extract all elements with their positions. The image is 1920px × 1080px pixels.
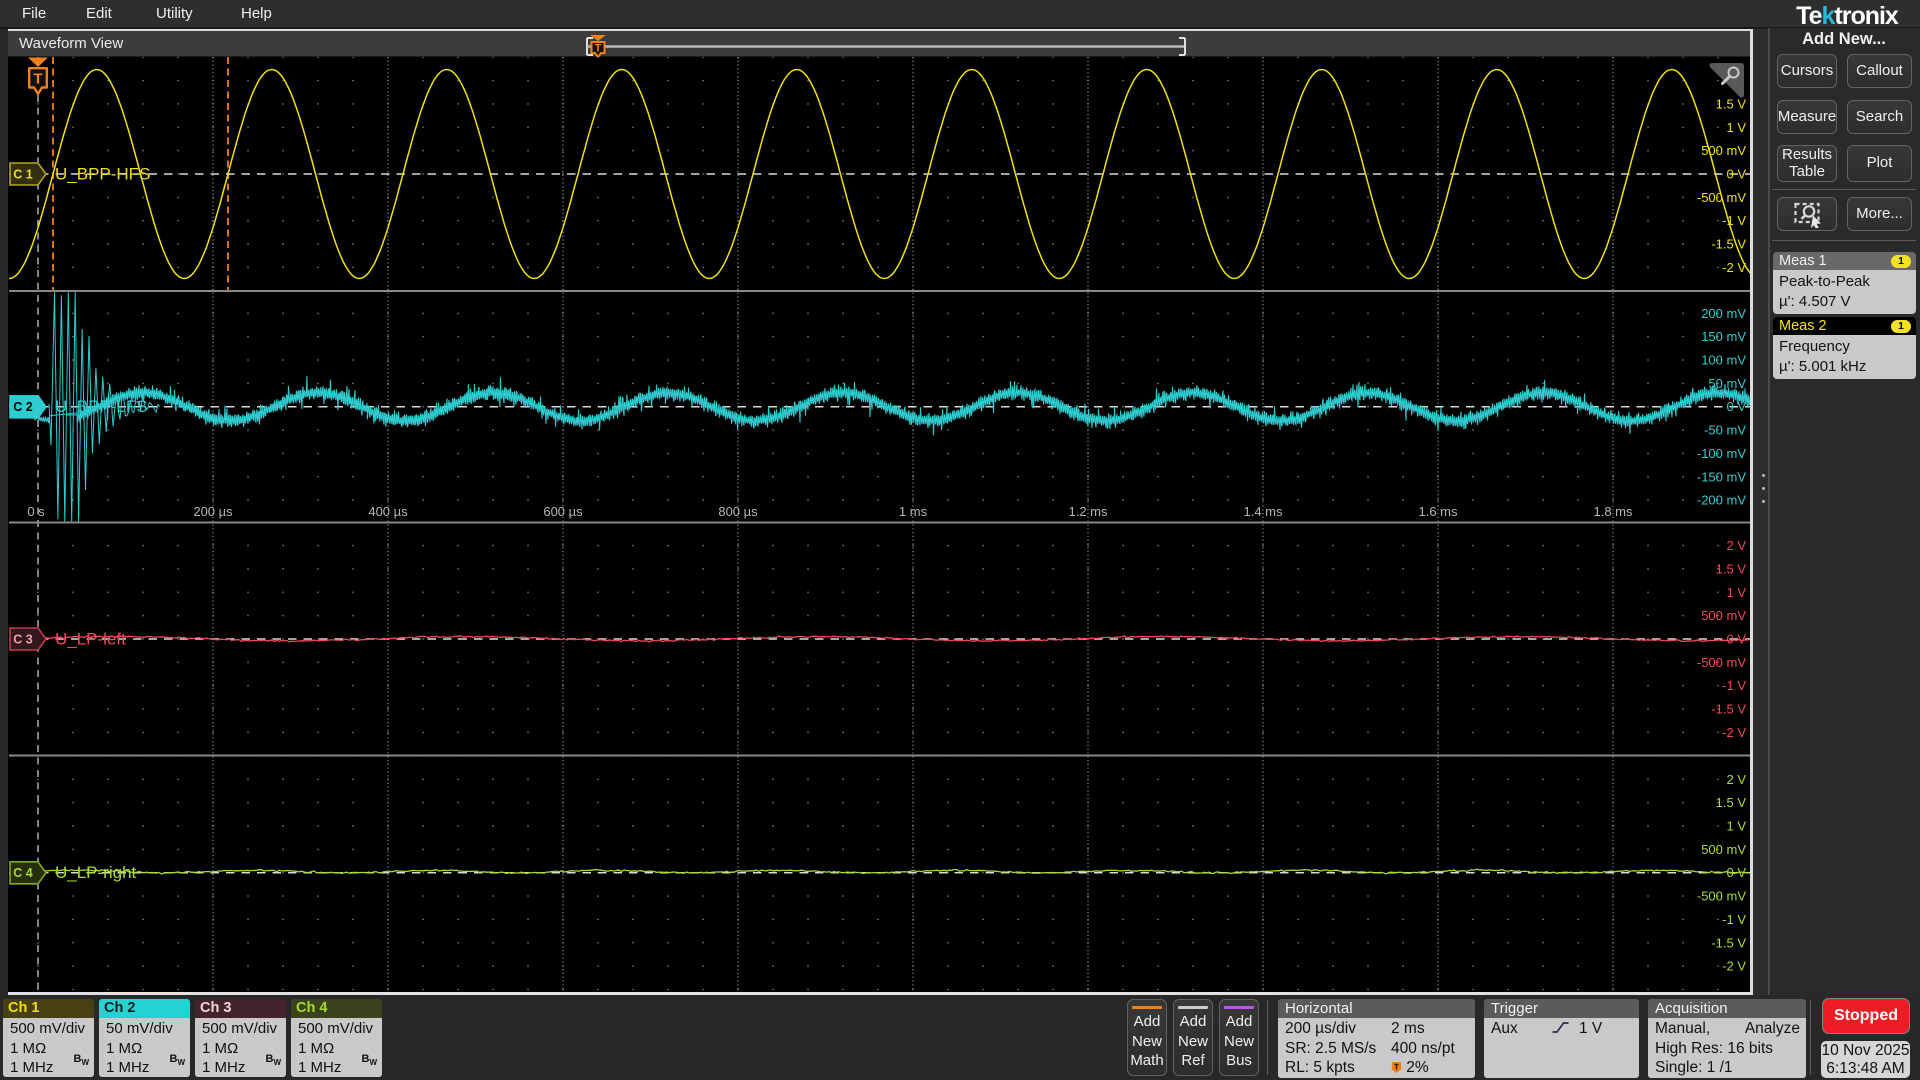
svg-text:C 2: C 2 bbox=[13, 400, 33, 414]
svg-text:500 mV: 500 mV bbox=[1701, 842, 1746, 857]
svg-text:U_LP-right: U_LP-right bbox=[55, 863, 137, 882]
svg-text:-1.5 V: -1.5 V bbox=[1711, 935, 1746, 950]
svg-text:1 V: 1 V bbox=[1726, 819, 1746, 834]
svg-text:-2 V: -2 V bbox=[1722, 725, 1746, 740]
svg-text:-1 V: -1 V bbox=[1722, 213, 1746, 228]
svg-text:500 mV: 500 mV bbox=[1701, 143, 1746, 158]
svg-text:1.6 ms: 1.6 ms bbox=[1418, 504, 1458, 519]
svg-text:1.5 V: 1.5 V bbox=[1716, 96, 1747, 111]
svg-text:0 s: 0 s bbox=[27, 504, 45, 519]
svg-text:C 1: C 1 bbox=[13, 168, 33, 182]
svg-text:1 V: 1 V bbox=[1726, 585, 1746, 600]
svg-text:0 V: 0 V bbox=[1726, 399, 1746, 414]
svg-text:400 µs: 400 µs bbox=[368, 504, 408, 519]
svg-text:-2 V: -2 V bbox=[1722, 260, 1746, 275]
svg-text:-50 mV: -50 mV bbox=[1704, 423, 1746, 438]
svg-text:50 mV: 50 mV bbox=[1708, 376, 1746, 391]
svg-text:1.5 V: 1.5 V bbox=[1716, 795, 1747, 810]
svg-text:-1 V: -1 V bbox=[1722, 678, 1746, 693]
svg-text:500 mV: 500 mV bbox=[1701, 608, 1746, 623]
svg-text:C 3: C 3 bbox=[13, 633, 33, 647]
svg-text:600 µs: 600 µs bbox=[543, 504, 583, 519]
svg-text:1.5 V: 1.5 V bbox=[1716, 562, 1747, 577]
svg-text:-500 mV: -500 mV bbox=[1697, 889, 1746, 904]
svg-text:150 mV: 150 mV bbox=[1701, 329, 1746, 344]
svg-text:1.2 ms: 1.2 ms bbox=[1068, 504, 1108, 519]
svg-text:0 V: 0 V bbox=[1726, 632, 1746, 647]
svg-text:U_BPP-HFS: U_BPP-HFS bbox=[55, 165, 150, 184]
svg-text:T: T bbox=[595, 43, 602, 55]
svg-text:-500 mV: -500 mV bbox=[1697, 655, 1746, 670]
svg-text:1 V: 1 V bbox=[1726, 120, 1746, 135]
svg-text:-100 mV: -100 mV bbox=[1697, 446, 1746, 461]
svg-text:0 V: 0 V bbox=[1726, 865, 1746, 880]
svg-text:-500 mV: -500 mV bbox=[1697, 190, 1746, 205]
svg-text:-1 V: -1 V bbox=[1722, 912, 1746, 927]
svg-text:T: T bbox=[33, 71, 42, 88]
svg-text:C 4: C 4 bbox=[13, 866, 33, 880]
svg-text:200 mV: 200 mV bbox=[1701, 306, 1746, 321]
svg-text:-1.5 V: -1.5 V bbox=[1711, 702, 1746, 717]
svg-text:-200 mV: -200 mV bbox=[1697, 493, 1746, 508]
svg-text:1.8 ms: 1.8 ms bbox=[1593, 504, 1633, 519]
svg-text:800 µs: 800 µs bbox=[718, 504, 758, 519]
svg-text:-150 mV: -150 mV bbox=[1697, 469, 1746, 484]
svg-text:1.4 ms: 1.4 ms bbox=[1243, 504, 1283, 519]
svg-text:-1.5 V: -1.5 V bbox=[1711, 237, 1746, 252]
svg-text:U_LP-left: U_LP-left bbox=[55, 630, 126, 649]
svg-text:100 mV: 100 mV bbox=[1701, 353, 1746, 368]
svg-text:U_BPP-LFS: U_BPP-LFS bbox=[55, 397, 148, 416]
svg-text:1 ms: 1 ms bbox=[899, 504, 928, 519]
svg-text:2 V: 2 V bbox=[1726, 538, 1746, 553]
svg-text:200 µs: 200 µs bbox=[193, 504, 233, 519]
svg-text:2 V: 2 V bbox=[1726, 772, 1746, 787]
svg-text:-2 V: -2 V bbox=[1722, 959, 1746, 974]
svg-text:0 V: 0 V bbox=[1726, 167, 1746, 182]
